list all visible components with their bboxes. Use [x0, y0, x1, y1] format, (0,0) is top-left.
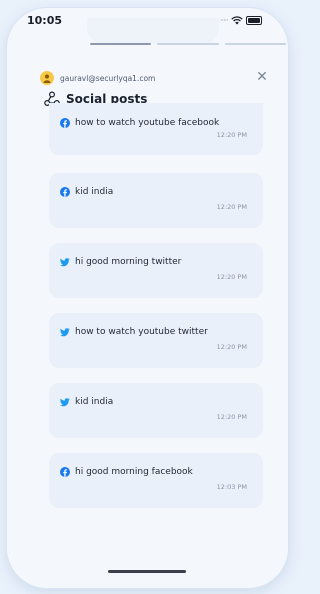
post-time: 12:03 PM — [216, 483, 247, 491]
post-card[interactable]: kid india 12:20 PM — [49, 173, 263, 228]
post-time: 12:20 PM — [216, 273, 247, 281]
progress-segment — [157, 43, 219, 45]
wifi-icon — [231, 15, 243, 24]
facebook-icon — [60, 118, 70, 128]
avatar — [40, 71, 54, 85]
post-row: how to watch youtube twitter — [60, 327, 208, 337]
home-indicator — [108, 570, 186, 573]
progress-segment — [224, 43, 286, 45]
post-time: 12:20 PM — [216, 413, 247, 421]
post-time: 12:20 PM — [216, 203, 247, 211]
post-card[interactable]: how to watch youtube facebook 12:20 PM — [49, 103, 263, 155]
user-icon — [43, 74, 51, 83]
post-text: how to watch youtube facebook — [75, 118, 220, 128]
post-text: hi good morning twitter — [75, 257, 182, 267]
close-icon[interactable]: ✕ — [255, 70, 269, 84]
post-card[interactable]: hi good morning twitter 12:20 PM — [49, 243, 263, 298]
post-row: kid india — [60, 397, 113, 407]
account-email: gauravl@securlyqa1.com — [60, 73, 156, 83]
post-text: how to watch youtube twitter — [75, 327, 208, 337]
facebook-icon — [60, 467, 70, 477]
post-row: kid india — [60, 187, 113, 197]
post-card[interactable]: how to watch youtube twitter 12:20 PM — [49, 313, 263, 368]
signal-icon: ····· — [220, 15, 229, 25]
battery-icon — [245, 15, 262, 25]
twitter-icon — [60, 397, 70, 407]
post-row: hi good morning facebook — [60, 467, 193, 477]
status-time: 10:05 — [27, 14, 63, 27]
post-row: how to watch youtube facebook — [60, 118, 219, 128]
post-text: kid india — [75, 187, 114, 197]
post-card[interactable]: hi good morning facebook 12:03 PM — [49, 453, 263, 508]
progress-segment — [90, 43, 152, 45]
status-icons: ····· — [220, 14, 262, 26]
post-card[interactable]: kid india 12:20 PM — [49, 383, 263, 438]
post-time: 12:20 PM — [216, 131, 247, 139]
progress-segments — [90, 43, 286, 45]
twitter-icon — [60, 327, 70, 337]
post-text: hi good morning facebook — [75, 467, 193, 477]
facebook-icon — [60, 187, 70, 197]
twitter-icon — [60, 257, 70, 267]
device-notch — [87, 18, 219, 44]
post-text: kid india — [75, 397, 114, 407]
post-row: hi good morning twitter — [60, 257, 181, 267]
post-time: 12:20 PM — [216, 343, 247, 351]
account-row: gauravl@securlyqa1.com — [40, 71, 155, 85]
